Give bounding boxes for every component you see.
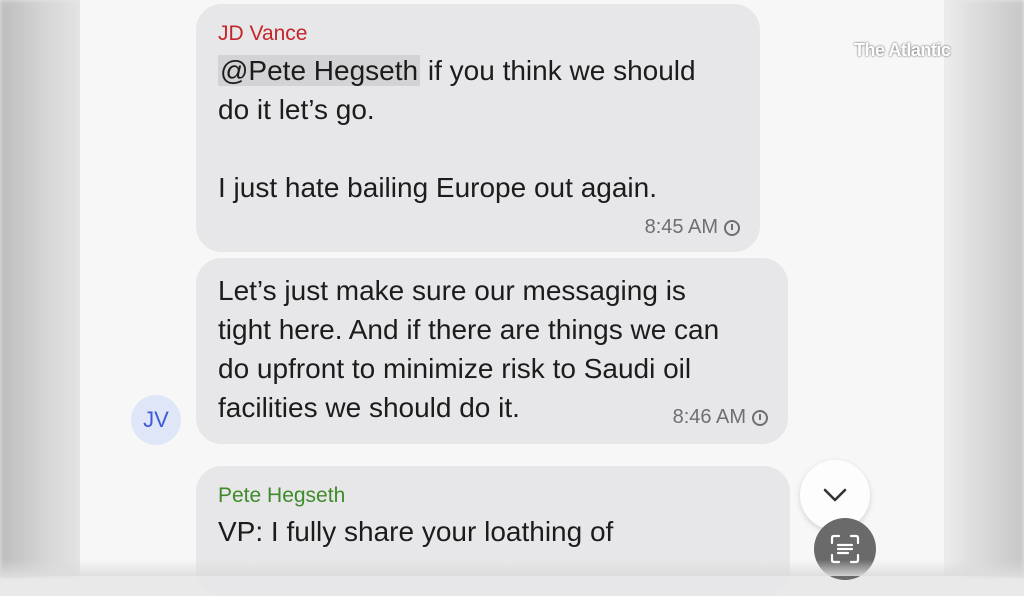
sender-name: Pete Hegseth — [218, 484, 346, 507]
timer-icon — [724, 219, 740, 236]
blurred-background-right — [944, 0, 1024, 576]
sender-name: JD Vance — [218, 22, 308, 45]
message-line: facilities we should do it. — [218, 392, 520, 423]
message-bubble-jd-vance-2[interactable]: Let’s just make sure our messaging is ti… — [196, 258, 788, 444]
message-line: I just hate bailing Europe out again. — [218, 172, 657, 203]
message-line: VP: I fully share your loathing of — [218, 516, 614, 547]
message-timestamp: 8:46 AM — [673, 406, 768, 429]
message-line: do it let’s go. — [218, 94, 375, 125]
blurred-background-left — [0, 0, 80, 576]
message-timestamp: 8:45 AM — [645, 216, 740, 239]
avatar-jv[interactable]: JV — [131, 395, 181, 445]
message-text: @Pete Hegseth if you think we should do … — [218, 51, 696, 207]
message-line: @Pete Hegseth if you think we should — [218, 51, 696, 90]
message-line: do upfront to minimize risk to Saudi oil — [218, 353, 692, 384]
timestamp-text: 8:46 AM — [672, 406, 746, 428]
message-line: Let’s just make sure our messaging is — [218, 275, 686, 306]
message-bubble-jd-vance-1[interactable]: JD Vance @Pete Hegseth if you think we s… — [196, 4, 760, 252]
message-line-rest: if you think we should — [420, 55, 696, 86]
watermark: The Atlantic — [854, 40, 951, 60]
timer-icon — [752, 409, 768, 426]
chevron-down-icon — [823, 488, 847, 502]
timestamp-text: 8:45 AM — [644, 216, 718, 238]
message-bubble-pete-hegseth[interactable]: Pete Hegseth VP: I fully share your loat… — [196, 466, 790, 596]
message-text: VP: I fully share your loathing of — [218, 512, 613, 551]
bottom-fade — [0, 560, 1024, 576]
message-line: tight here. And if there are things we c… — [218, 314, 720, 345]
message-text: Let’s just make sure our messaging is ti… — [218, 271, 719, 427]
mention-pete-hegseth[interactable]: @Pete Hegseth — [218, 55, 421, 86]
